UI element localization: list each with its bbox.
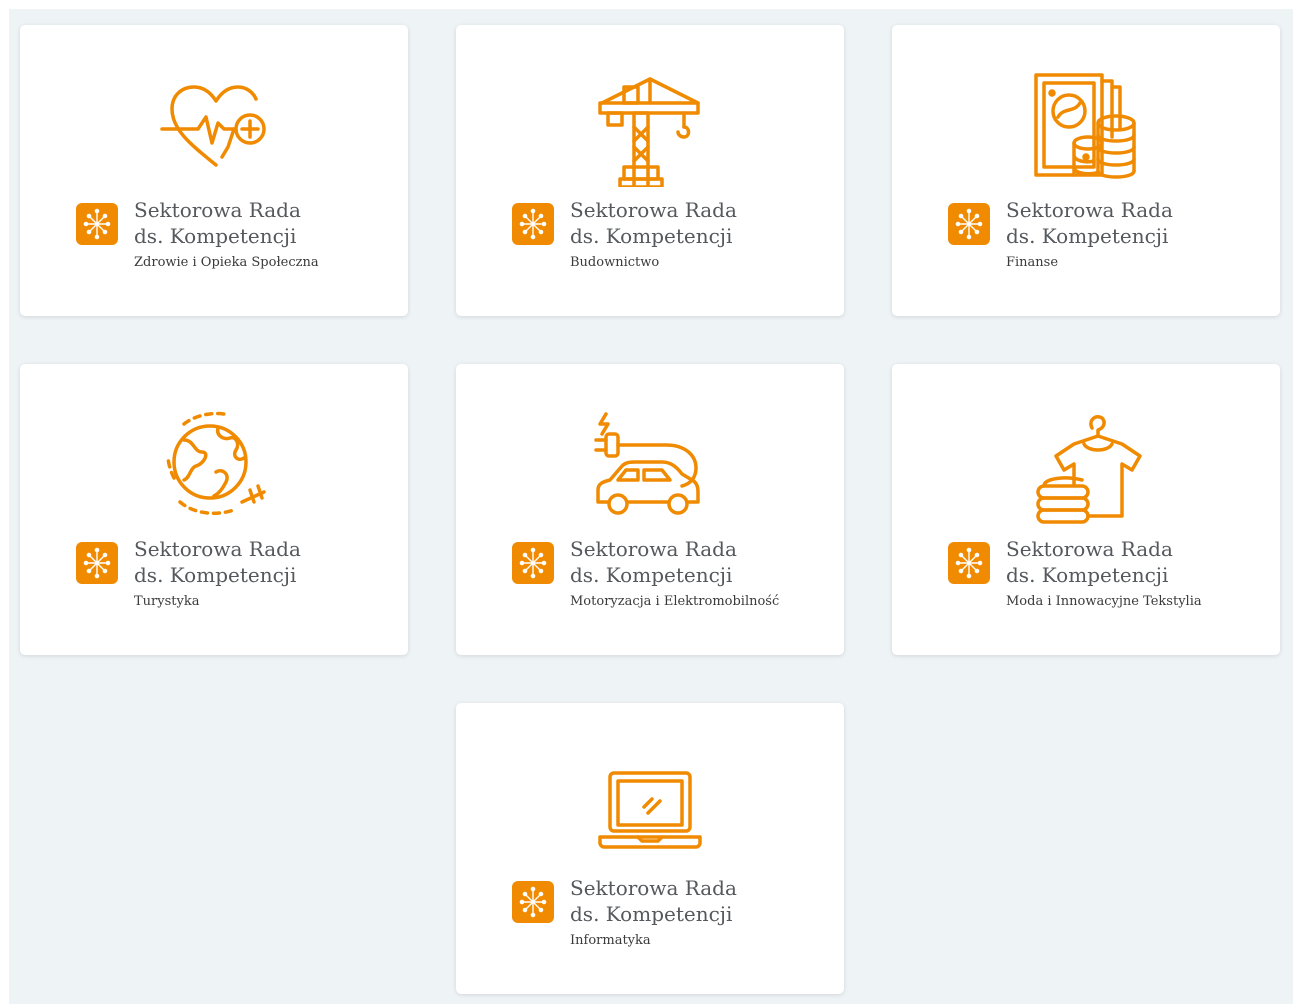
council-name-line1: Sektorowa Rada xyxy=(570,876,737,900)
council-name-line1: Sektorowa Rada xyxy=(570,537,737,561)
council-name-line2: ds. Kompetencji xyxy=(570,902,733,926)
council-name-line2: ds. Kompetencji xyxy=(570,224,733,248)
sector-label: Turystyka xyxy=(134,594,200,609)
council-logo-icon xyxy=(512,203,554,245)
council-logo-icon xyxy=(948,203,990,245)
council-name-line2: ds. Kompetencji xyxy=(134,563,297,587)
council-name-line1: Sektorowa Rada xyxy=(1006,537,1173,561)
sector-label: Informatyka xyxy=(570,933,651,948)
council-logo-icon xyxy=(512,881,554,923)
council-name: Sektorowa Rada ds. Kompetencji xyxy=(1006,536,1173,588)
council-name: Sektorowa Rada ds. Kompetencji xyxy=(570,875,737,927)
council-name: Sektorowa Rada ds. Kompetencji xyxy=(570,197,737,249)
council-logo-icon xyxy=(76,542,118,584)
sector-card-it[interactable]: Sektorowa Rada ds. Kompetencji Informaty… xyxy=(456,703,844,994)
sector-card-finance[interactable]: Sektorowa Rada ds. Kompetencji Finanse xyxy=(892,25,1280,316)
council-name-line2: ds. Kompetencji xyxy=(1006,224,1169,248)
sector-label: Zdrowie i Opieka Społeczna xyxy=(134,255,319,270)
laptop-icon xyxy=(590,745,710,865)
council-name-line2: ds. Kompetencji xyxy=(1006,563,1169,587)
sector-councils-grid: Sektorowa Rada ds. Kompetencji Zdrowie i… xyxy=(9,9,1293,1004)
sector-card-health[interactable]: Sektorowa Rada ds. Kompetencji Zdrowie i… xyxy=(20,25,408,316)
sector-label: Moda i Innowacyjne Tekstylia xyxy=(1006,594,1202,609)
council-name: Sektorowa Rada ds. Kompetencji xyxy=(570,536,737,588)
heart-health-icon xyxy=(154,67,274,187)
council-name: Sektorowa Rada ds. Kompetencji xyxy=(134,197,301,249)
council-name: Sektorowa Rada ds. Kompetencji xyxy=(134,536,301,588)
globe-plane-icon xyxy=(154,406,274,526)
sector-card-tourism[interactable]: Sektorowa Rada ds. Kompetencji Turystyka xyxy=(20,364,408,655)
council-name-line1: Sektorowa Rada xyxy=(1006,198,1173,222)
sector-card-construction[interactable]: Sektorowa Rada ds. Kompetencji Budownict… xyxy=(456,25,844,316)
council-name-line1: Sektorowa Rada xyxy=(570,198,737,222)
sector-card-automotive[interactable]: Sektorowa Rada ds. Kompetencji Motoryzac… xyxy=(456,364,844,655)
council-name: Sektorowa Rada ds. Kompetencji xyxy=(1006,197,1173,249)
electric-car-icon xyxy=(590,406,710,526)
sector-card-fashion[interactable]: Sektorowa Rada ds. Kompetencji Moda i In… xyxy=(892,364,1280,655)
council-logo-icon xyxy=(76,203,118,245)
council-logo-icon xyxy=(512,542,554,584)
council-name-line1: Sektorowa Rada xyxy=(134,537,301,561)
sector-label: Budownictwo xyxy=(570,255,660,270)
council-name-line1: Sektorowa Rada xyxy=(134,198,301,222)
clothing-icon xyxy=(1026,406,1146,526)
sector-label: Finanse xyxy=(1006,255,1059,270)
money-coins-icon xyxy=(1026,67,1146,187)
council-name-line2: ds. Kompetencji xyxy=(570,563,733,587)
crane-icon xyxy=(590,67,710,187)
sector-label: Motoryzacja i Elektromobilność xyxy=(570,594,780,609)
council-name-line2: ds. Kompetencji xyxy=(134,224,297,248)
council-logo-icon xyxy=(948,542,990,584)
